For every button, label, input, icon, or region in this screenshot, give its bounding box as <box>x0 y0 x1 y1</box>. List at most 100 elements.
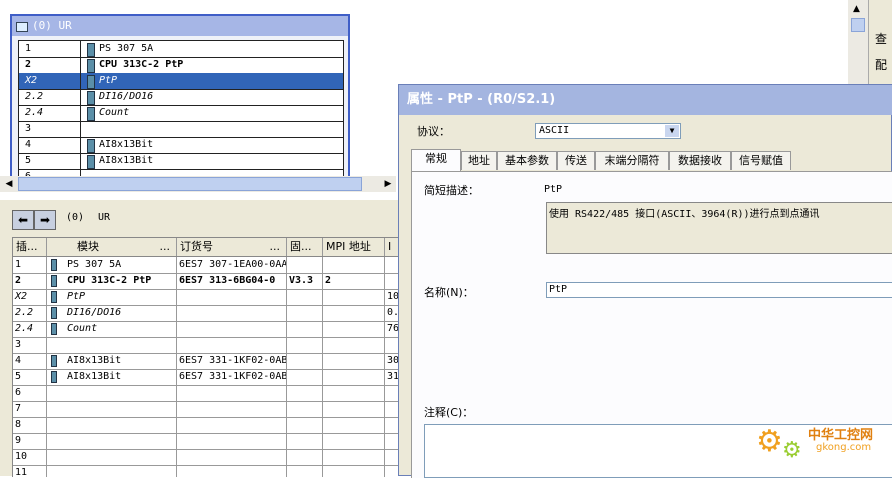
cell-order: 6ES7 331-1KF02-0AB0 <box>177 353 287 369</box>
table-row[interactable]: 10 <box>13 449 399 466</box>
cell-mpi <box>323 369 385 385</box>
tab-6[interactable]: 信号赋值 <box>731 151 791 170</box>
module-icon <box>51 275 57 287</box>
col-module[interactable]: 模块 ... <box>47 238 177 256</box>
table-row[interactable]: 2 CPU 313C-2 PtP 6ES7 313-6BG04-0 V3.3 2 <box>13 273 399 290</box>
col-firmware[interactable]: 固... <box>287 238 323 256</box>
table-row[interactable]: 5 AI8x13Bit 6ES7 331-1KF02-0AB0 31 <box>13 369 399 386</box>
cell-mpi <box>323 289 385 305</box>
cell-firmware <box>287 257 323 273</box>
short-desc-text: 使用 RS422/485 接口(ASCII、3964(R))进行点到点通讯 <box>546 202 892 254</box>
cell-firmware <box>287 337 323 353</box>
cell-firmware <box>287 305 323 321</box>
table-row[interactable]: 9 <box>13 433 399 450</box>
table-row[interactable]: 1 PS 307 5A 6ES7 307-1EA00-0AA0 <box>13 257 399 274</box>
rack-slot-number: 2.2 <box>19 89 81 105</box>
col-mpi[interactable]: MPI 地址 <box>323 238 385 256</box>
rack-slot-row[interactable]: 5 AI8x13Bit <box>19 153 343 170</box>
detail-view: ⬅ ➡ (0) UR 插... 模块 ... 订货号 ... 固... MPI … <box>0 200 399 477</box>
col-module-more: ... <box>159 240 171 253</box>
table-row[interactable]: X2 PtP 10 <box>13 289 399 306</box>
rack-slot-row[interactable]: 2.4 Count <box>19 105 343 122</box>
forward-arrow-icon[interactable]: ➡ <box>34 210 56 230</box>
rack-slot-row[interactable]: 1 PS 307 5A <box>19 41 343 58</box>
table-row[interactable]: 4 AI8x13Bit 6ES7 331-1KF02-0AB0 30 <box>13 353 399 370</box>
right-panel-item[interactable]: 查 <box>875 30 887 47</box>
cell-i <box>385 417 399 433</box>
rack-slot-grid: 1 PS 307 5A 2 CPU 313C-2 PtP X2 PtP 2.2 DI16/DO… <box>18 40 344 180</box>
table-row[interactable]: 2.4 Count 76 <box>13 321 399 338</box>
module-icon <box>87 59 95 73</box>
protocol-select[interactable]: ASCII ▼ <box>535 123 681 139</box>
cell-order: 6ES7 307-1EA00-0AA0 <box>177 257 287 273</box>
cell-i <box>385 385 399 401</box>
cell-module <box>47 385 177 401</box>
cell-i <box>385 401 399 417</box>
module-icon <box>51 307 57 319</box>
name-field[interactable]: PtP <box>546 282 892 298</box>
tab-5[interactable]: 数据接收 <box>669 151 731 170</box>
table-row[interactable]: 6 <box>13 385 399 402</box>
col-slot[interactable]: 插... <box>13 238 47 256</box>
table-header: 插... 模块 ... 订货号 ... 固... MPI 地址 I <box>13 238 399 257</box>
tab-0[interactable]: 常规 <box>411 149 461 171</box>
rack-slot-number: 4 <box>19 137 81 153</box>
cell-firmware <box>287 385 323 401</box>
scrollbar-thumb[interactable] <box>851 18 865 32</box>
cell-firmware <box>287 353 323 369</box>
cell-mpi <box>323 337 385 353</box>
chevron-down-icon[interactable]: ▼ <box>665 125 679 137</box>
rack-slot-row[interactable]: 4 AI8x13Bit <box>19 137 343 154</box>
rack-slot-row[interactable]: 2 CPU 313C-2 PtP <box>19 57 343 74</box>
cell-firmware <box>287 321 323 337</box>
table-row[interactable]: 11 <box>13 465 399 477</box>
short-desc-name: PtP <box>544 184 563 195</box>
table-row[interactable]: 8 <box>13 417 399 434</box>
scroll-left-icon[interactable]: ◀ <box>3 178 15 190</box>
rack-slot-row[interactable]: X2 PtP <box>19 73 343 90</box>
cell-mpi <box>323 257 385 273</box>
rack-title-bar[interactable]: (0) UR <box>12 16 348 36</box>
cell-module: Count <box>47 321 177 337</box>
back-arrow-icon[interactable]: ⬅ <box>12 210 34 230</box>
cell-order <box>177 449 287 465</box>
col-i[interactable]: I <box>385 238 399 256</box>
scroll-right-icon[interactable]: ▶ <box>382 178 394 190</box>
cell-order <box>177 401 287 417</box>
scrollbar-thumb[interactable] <box>18 177 362 191</box>
dialog-title[interactable]: 属性 - PtP - (R0/S2.1) <box>399 85 892 115</box>
watermark-logo: ⚙ ⚙ 中华工控网 gkong.com <box>756 420 892 476</box>
cell-module <box>47 433 177 449</box>
rack-slot-row[interactable]: 3 <box>19 121 343 138</box>
horizontal-scrollbar[interactable]: ◀ ▶ <box>0 176 396 192</box>
cell-firmware <box>287 289 323 305</box>
cell-order <box>177 433 287 449</box>
table-row[interactable]: 3 <box>13 337 399 354</box>
table-row[interactable]: 2.2 DI16/DO16 0. <box>13 305 399 322</box>
cell-i: 31 <box>385 369 399 385</box>
name-label: 名称(N)： <box>424 286 474 299</box>
scroll-up-icon[interactable]: ▲ <box>853 4 860 14</box>
table-row[interactable]: 7 <box>13 401 399 418</box>
col-order[interactable]: 订货号 ... <box>177 238 287 256</box>
tab-3[interactable]: 传送 <box>557 151 595 170</box>
tab-4[interactable]: 末端分隔符 <box>595 151 669 170</box>
right-panel-item[interactable]: 配 <box>875 56 887 73</box>
tab-2[interactable]: 基本参数 <box>497 151 557 170</box>
cell-order <box>177 385 287 401</box>
short-desc-label: 简短描述： <box>424 184 479 197</box>
tab-1[interactable]: 地址 <box>461 151 497 170</box>
cell-order <box>177 305 287 321</box>
cell-mpi <box>323 305 385 321</box>
cell-slot: 4 <box>13 353 47 369</box>
watermark-url: gkong.com <box>816 442 872 453</box>
cell-firmware <box>287 417 323 433</box>
gear-icon: ⚙ <box>782 438 802 463</box>
rack-slot-number: 2.4 <box>19 105 81 121</box>
watermark-text: 中华工控网 <box>808 428 874 443</box>
rack-slot-row[interactable]: 2.2 DI16/DO16 <box>19 89 343 106</box>
cell-module <box>47 401 177 417</box>
cell-module: AI8x13Bit <box>47 353 177 369</box>
cell-module <box>47 417 177 433</box>
rack-slot-number: 5 <box>19 153 81 169</box>
